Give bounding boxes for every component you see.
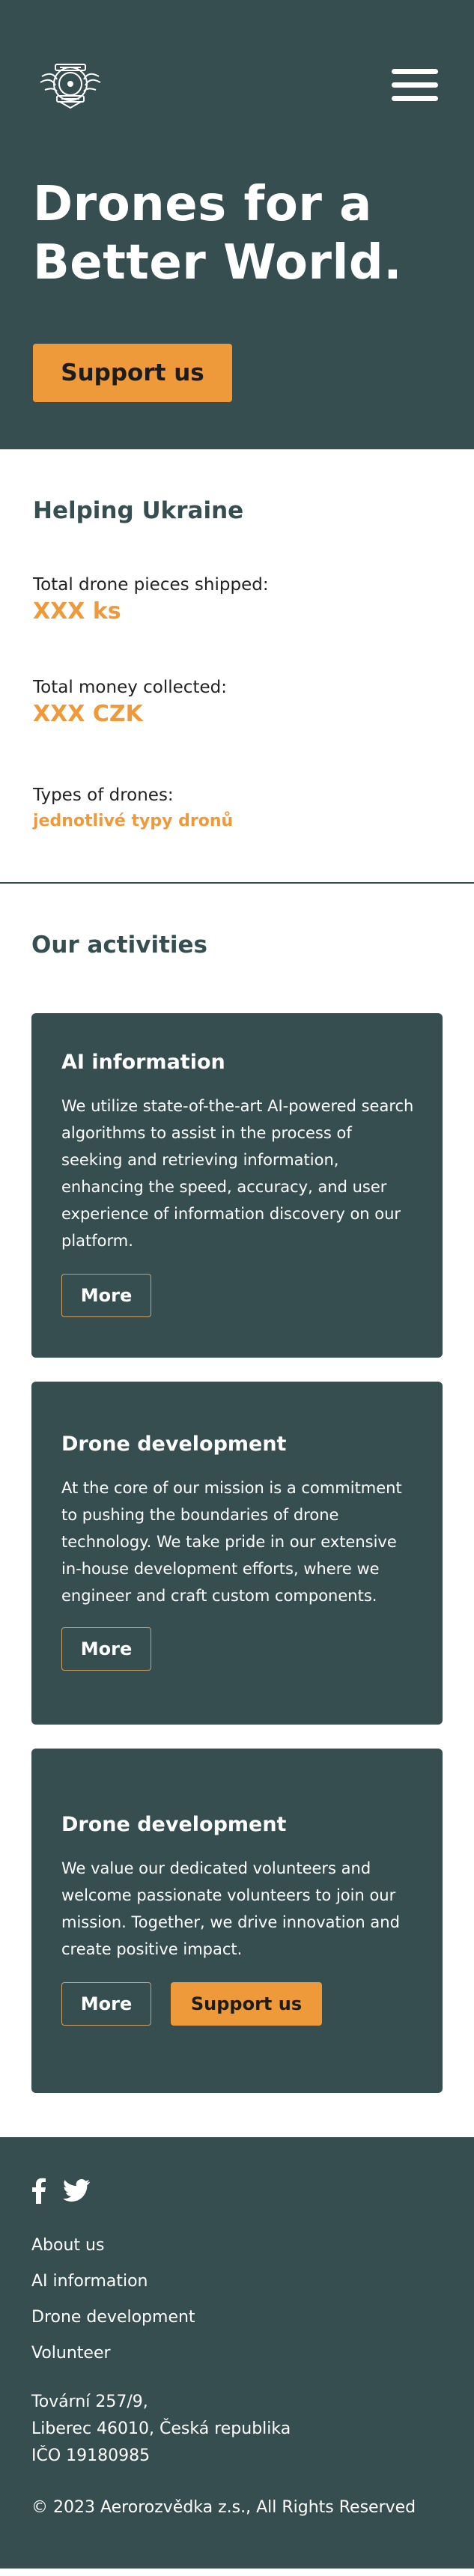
footer-copyright: © 2023 Aerorozvědka z.s., All Rights Res…	[31, 2498, 416, 2517]
facebook-icon[interactable]	[31, 2177, 46, 2204]
card-title: Drone development	[61, 1813, 287, 1836]
section-title: Our activities	[31, 932, 207, 959]
more-button[interactable]: More	[61, 1274, 151, 1317]
footer-address-line-1: Tovární 257/9,	[31, 2393, 148, 2411]
stat-value-money: XXX CZK	[33, 701, 143, 727]
more-button[interactable]: More	[61, 1982, 151, 2026]
drone-association-emblem-icon[interactable]	[37, 54, 103, 114]
twitter-icon[interactable]	[62, 2179, 90, 2202]
activities-section: Our activities AI information We utilize…	[0, 884, 474, 2137]
stat-value-drones: XXX ks	[33, 598, 121, 625]
footer-company-id: IČO 19180985	[31, 2446, 151, 2465]
stat-label-drones: Total drone pieces shipped:	[33, 575, 269, 595]
activity-card-ai: AI information We utilize state-of-the-a…	[31, 1013, 443, 1358]
support-us-button[interactable]: Support us	[33, 344, 232, 402]
footer-link-about[interactable]: About us	[31, 2236, 104, 2255]
card-text: We value our dedicated volunteers and we…	[61, 1859, 400, 1958]
stat-label-money: Total money collected:	[33, 678, 227, 697]
hamburger-menu-icon[interactable]	[392, 69, 438, 102]
title-line-2: Better World.	[33, 235, 403, 291]
footer-address-line-2: Liberec 46010, Česká republika	[31, 2419, 291, 2438]
menu-bar	[392, 96, 438, 101]
footer-link-volunteer[interactable]: Volunteer	[31, 2344, 111, 2363]
card-title: AI information	[61, 1051, 225, 1074]
hero-section: Drones for a Better World. Support us	[0, 0, 474, 449]
menu-bar	[392, 69, 438, 74]
activity-card-drone-development: Drone development At the core of our mis…	[31, 1382, 443, 1725]
card-title: Drone development	[61, 1433, 287, 1456]
stat-value-types: jednotlivé typy dronů	[33, 812, 234, 830]
title-line-1: Drones for a	[33, 177, 372, 232]
footer-link-drone-development[interactable]: Drone development	[31, 2308, 195, 2327]
menu-bar	[392, 82, 438, 88]
stat-label-types: Types of drones:	[33, 786, 174, 805]
support-us-button[interactable]: Support us	[171, 1982, 322, 2026]
page-title: Drones for a Better World.	[33, 175, 452, 292]
section-title: Helping Ukraine	[33, 497, 244, 524]
footer: About us AI information Drone developmen…	[0, 2137, 474, 2569]
activity-card-volunteers: Drone development We value our dedicated…	[31, 1749, 443, 2093]
helping-ukraine-section: Helping Ukraine Total drone pieces shipp…	[0, 449, 474, 884]
footer-link-ai-information[interactable]: AI information	[31, 2272, 148, 2291]
card-text: At the core of our mission is a commitme…	[61, 1479, 402, 1605]
card-text: We utilize state-of-the-art AI-powered s…	[61, 1097, 414, 1250]
social-links	[31, 2177, 90, 2204]
more-button[interactable]: More	[61, 1627, 151, 1671]
